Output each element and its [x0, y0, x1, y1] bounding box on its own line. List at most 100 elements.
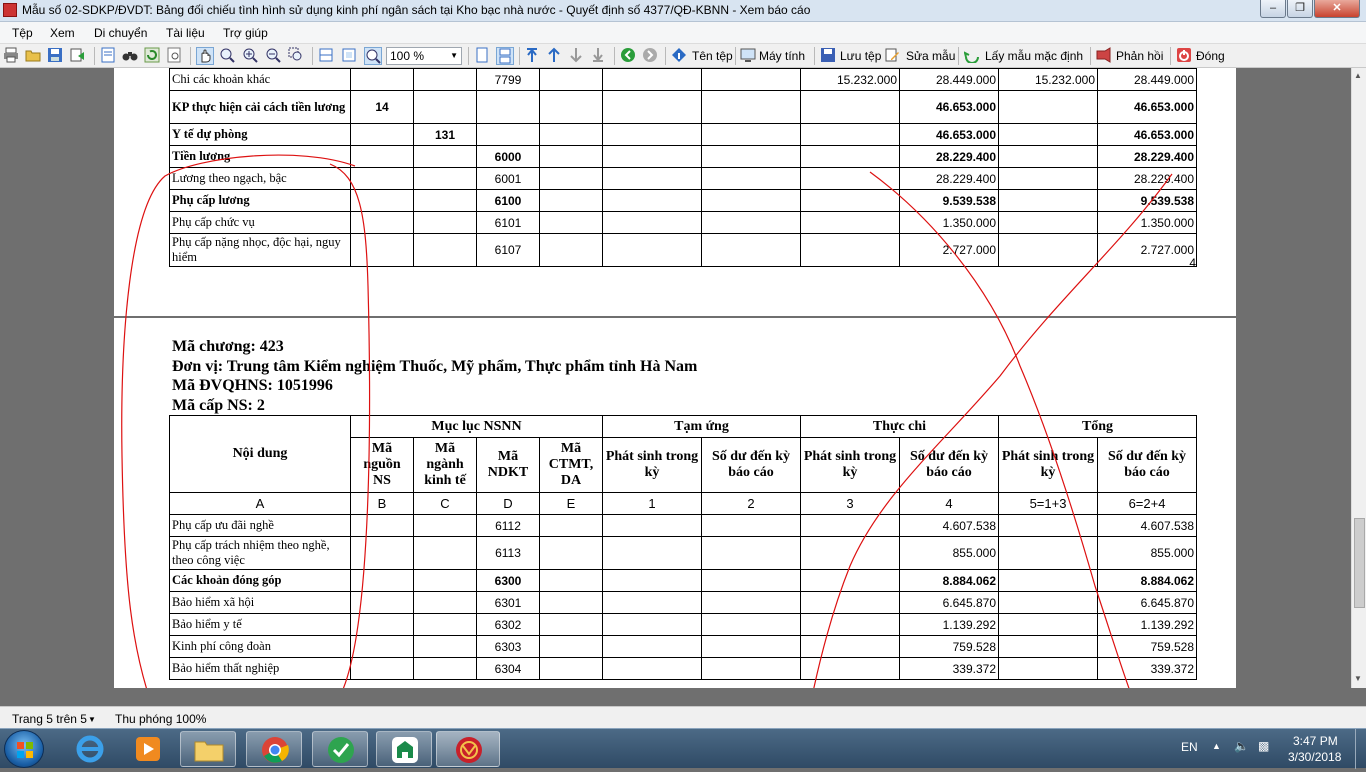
viewport-bottom	[0, 688, 1366, 706]
table-cell	[539, 569, 603, 592]
language-indicator[interactable]: EN	[1181, 740, 1198, 754]
menu-view[interactable]: Xem	[50, 26, 75, 40]
zoom-area-icon[interactable]	[288, 47, 306, 65]
toolbar: 100 % ▼ Tên tệp Máy tính Lưu tệp Sửa mẫu …	[0, 44, 1366, 68]
first-page-icon[interactable]	[524, 47, 542, 65]
table-cell: 4.607.538	[899, 514, 999, 537]
page-view-icon[interactable]	[100, 47, 118, 65]
save-icon[interactable]	[47, 47, 65, 65]
zoom-icon[interactable]	[219, 47, 237, 65]
table-cell	[701, 613, 801, 636]
table-cell	[998, 635, 1098, 658]
table-cell: 1.350.000	[1097, 211, 1197, 234]
page-number: 4	[1189, 256, 1196, 270]
start-button[interactable]	[4, 730, 44, 768]
table-cell	[539, 635, 603, 658]
table-cell: 6301	[476, 591, 540, 614]
forward-icon[interactable]	[642, 47, 660, 65]
table-cell	[413, 657, 477, 680]
prev-page-icon[interactable]	[546, 47, 564, 65]
row-label: KP thực hiện cải cách tiền lương	[169, 90, 351, 124]
menu-file[interactable]: Tệp	[12, 26, 33, 40]
preview-icon[interactable]	[166, 47, 184, 65]
zoom-value: 100 %	[390, 49, 425, 63]
explorer-icon[interactable]	[180, 731, 236, 767]
export-icon[interactable]	[69, 47, 87, 65]
last-page-icon[interactable]	[590, 47, 608, 65]
scrollbar-thumb[interactable]	[1354, 518, 1365, 608]
table-cell	[800, 536, 900, 570]
binoculars-icon[interactable]	[122, 47, 140, 65]
table-row: Phụ cấp lương 6100 9.539.538 9.539.538	[169, 189, 1197, 212]
chapter-code: Mã chương: 423	[172, 338, 284, 355]
menu-help[interactable]: Trợ giúp	[223, 26, 268, 40]
table-cell	[350, 211, 414, 234]
table-cell: 759.528	[899, 635, 999, 658]
show-desktop-button[interactable]	[1355, 729, 1366, 769]
table-row: Bảo hiểm y tế 6302 1.139.292 1.139.292	[169, 613, 1197, 636]
page-dropdown-icon[interactable]: ▼	[88, 715, 96, 724]
misa-icon[interactable]	[312, 731, 368, 767]
feedback-button[interactable]: Phản hồi	[1116, 49, 1163, 63]
back-icon[interactable]	[620, 47, 638, 65]
table-cell	[800, 657, 900, 680]
budget-table-page-4: Chi các khoản khác 7799 15.232.000 28.449.0…	[169, 68, 1197, 267]
header-actual-arising: Phát sinh trong kỳ	[800, 437, 900, 493]
header-total: Tổng	[998, 415, 1197, 438]
restore-button[interactable]: ❐	[1287, 0, 1313, 18]
save-file-button[interactable]: Lưu tệp	[840, 49, 881, 63]
table-cell	[539, 123, 603, 146]
vertical-scrollbar[interactable]: ▲ ▼	[1351, 68, 1366, 688]
clock-time[interactable]: 3:47 PM	[1293, 734, 1338, 748]
table-cell	[602, 68, 702, 91]
table-cell	[800, 635, 900, 658]
table-cell: 2.727.000	[899, 233, 999, 267]
refresh-icon[interactable]	[144, 47, 162, 65]
column-letter: 5=1+3	[998, 492, 1098, 515]
column-letter: D	[476, 492, 540, 515]
hand-tool-icon[interactable]	[196, 47, 214, 65]
scroll-up-icon[interactable]: ▲	[1354, 71, 1362, 80]
ie-icon[interactable]	[62, 731, 118, 767]
volume-icon[interactable]: 🔈	[1234, 739, 1249, 753]
next-page-icon[interactable]	[568, 47, 586, 65]
default-template-button[interactable]: Lấy mẫu mặc định	[985, 49, 1083, 63]
single-page-icon[interactable]	[474, 47, 492, 65]
close-report-button[interactable]: Đóng	[1196, 49, 1225, 63]
edit-template-button[interactable]: Sửa mẫu	[906, 49, 955, 63]
open-folder-icon[interactable]	[25, 47, 43, 65]
print-icon[interactable]	[3, 47, 21, 65]
media-player-icon[interactable]	[120, 731, 176, 767]
row-label: Lương theo ngạch, bậc	[169, 167, 351, 190]
table-cell	[413, 145, 477, 168]
table-cell	[602, 123, 702, 146]
zoom-out-icon[interactable]	[265, 47, 283, 65]
row-label: Phụ cấp lương	[169, 189, 351, 212]
file-name-button[interactable]: Tên tệp	[692, 49, 733, 63]
kbnn-report-icon[interactable]	[436, 731, 500, 767]
table-cell: 6303	[476, 635, 540, 658]
actual-size-icon[interactable]	[364, 47, 382, 65]
chrome-icon[interactable]	[246, 731, 302, 767]
row-label: Phụ cấp ưu đãi nghề	[169, 514, 351, 537]
network-icon[interactable]: ▩	[1258, 739, 1269, 753]
fit-page-icon[interactable]	[341, 47, 359, 65]
menu-document[interactable]: Tài liệu	[166, 26, 205, 40]
scroll-down-icon[interactable]: ▼	[1354, 674, 1362, 683]
page-info[interactable]: Trang 5 trên 5	[12, 712, 87, 726]
fit-width-icon[interactable]	[318, 47, 336, 65]
zoom-in-icon[interactable]	[242, 47, 260, 65]
table-cell	[701, 635, 801, 658]
tray-expand-icon[interactable]: ▲	[1212, 741, 1221, 751]
home-app-icon[interactable]	[376, 731, 432, 767]
table-cell: 9.539.538	[1097, 189, 1197, 212]
zoom-select[interactable]: 100 % ▼	[386, 47, 462, 65]
table-cell	[602, 591, 702, 614]
minimize-button[interactable]: –	[1260, 0, 1286, 18]
clock-date[interactable]: 3/30/2018	[1288, 750, 1341, 764]
close-window-button[interactable]: ✕	[1314, 0, 1360, 18]
menu-navigate[interactable]: Di chuyển	[94, 26, 147, 40]
document-viewport[interactable]: Chi các khoản khác 7799 15.232.000 28.449.0…	[0, 68, 1351, 688]
computer-button[interactable]: Máy tính	[759, 49, 805, 63]
continuous-page-icon[interactable]	[496, 47, 514, 65]
